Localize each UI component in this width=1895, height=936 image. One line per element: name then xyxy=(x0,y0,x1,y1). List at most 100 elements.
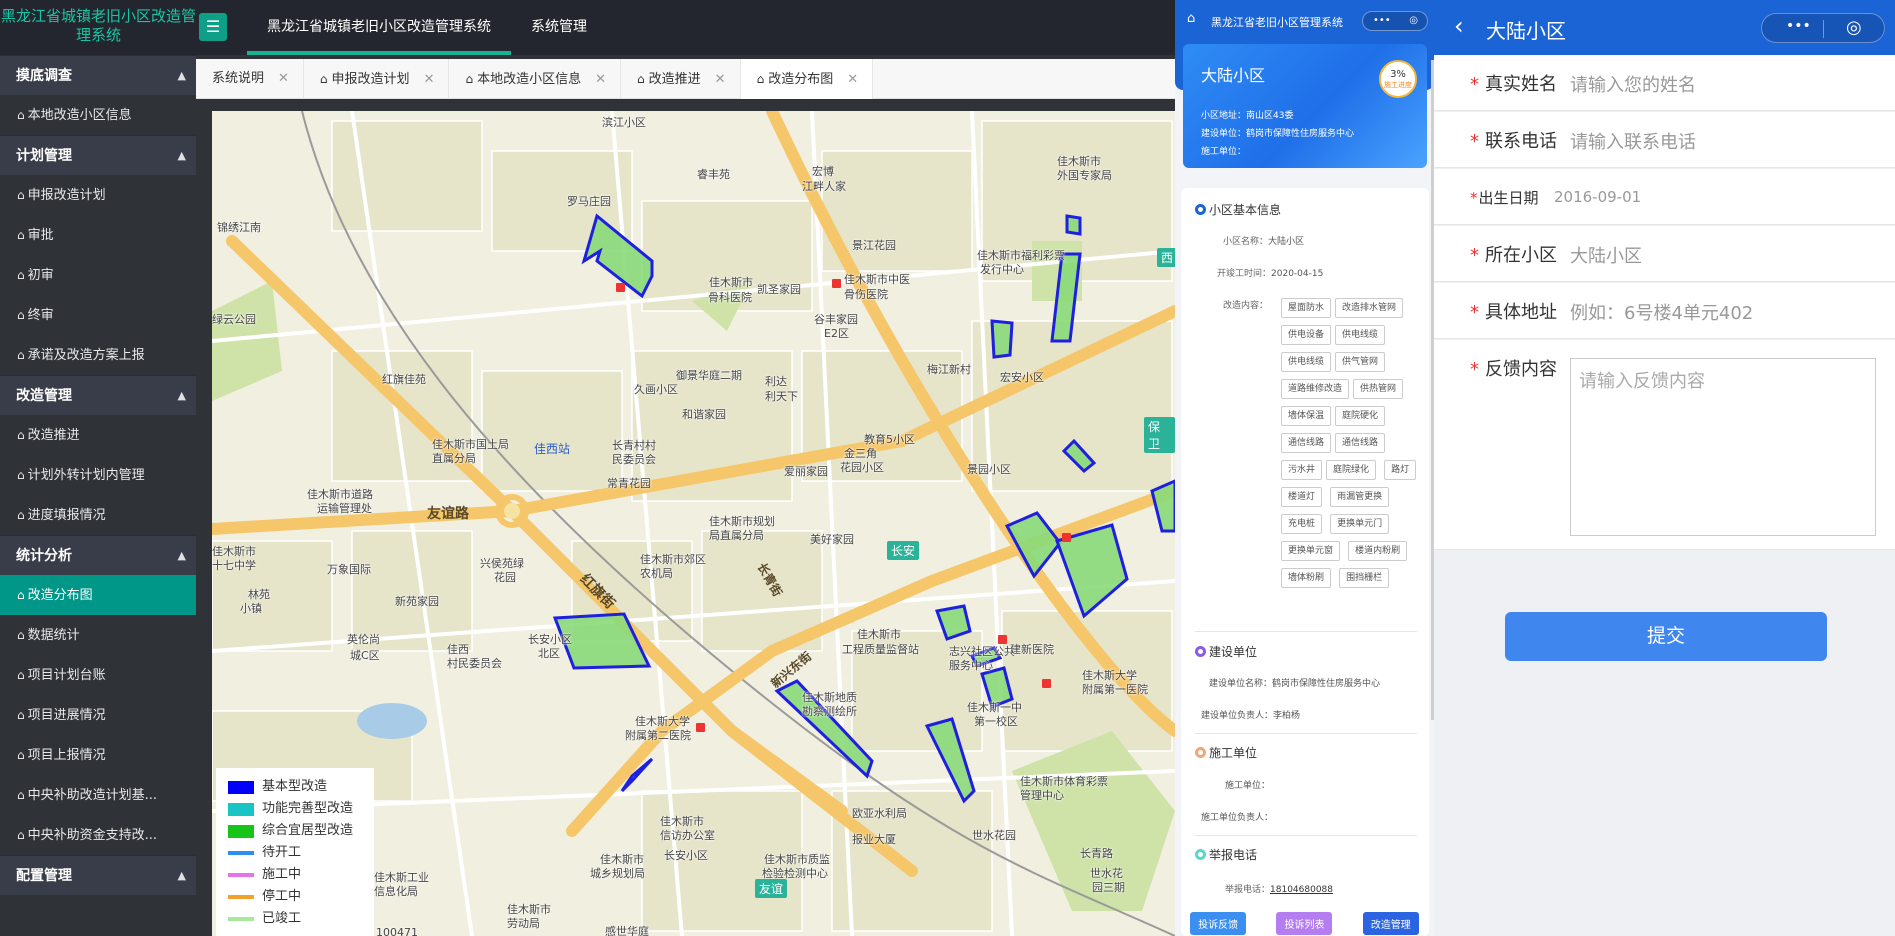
sidebar-item-advance[interactable]: ⌂ 改造推进 xyxy=(0,415,196,455)
complaint-list-button[interactable]: 投诉列表 xyxy=(1276,912,1333,935)
tab-advance[interactable]: ⌂ 改造推进 ✕ xyxy=(621,59,741,99)
complaint-feedback-button[interactable]: 投诉反馈 xyxy=(1190,912,1247,935)
reform-tag: 屋面防水 xyxy=(1281,298,1332,318)
more-icon[interactable]: ••• xyxy=(1373,12,1391,30)
target-icon[interactable]: ◎ xyxy=(1846,17,1862,38)
tab-system-intro[interactable]: 系统说明 ✕ xyxy=(196,59,304,99)
form-title: 大陆小区 xyxy=(1486,19,1566,43)
home-icon: ⌂ xyxy=(17,108,25,122)
sidebar-item-project-report[interactable]: ⌂ 项目上报情况 xyxy=(0,735,196,775)
map-label: 管理中心 xyxy=(1020,789,1064,802)
legend-line xyxy=(228,917,254,921)
required-mark: * xyxy=(1470,131,1479,152)
tab-distribution-map[interactable]: ⌂ 改造分布图 ✕ xyxy=(740,59,874,99)
close-icon[interactable]: ✕ xyxy=(715,72,726,87)
home-icon: ⌂ xyxy=(17,748,25,762)
mini-capsule[interactable]: ••• ◎ xyxy=(1761,13,1885,43)
field-birthdate[interactable]: *出生日期 2016-09-01 xyxy=(1434,169,1895,225)
community-address: 小区地址：南山区43委 xyxy=(1201,111,1294,121)
sidebar-group-reform[interactable]: 改造管理 ▲ xyxy=(0,375,196,415)
field-label: * 真实姓名 xyxy=(1470,70,1557,96)
sidebar-item-plan-ledger[interactable]: ⌂ 项目计划台账 xyxy=(0,655,196,695)
home-icon: ⌂ xyxy=(17,828,25,842)
top-nav-admin[interactable]: 系统管理 xyxy=(511,0,607,55)
sidebar-group-plan[interactable]: 计划管理 ▲ xyxy=(0,135,196,175)
reform-tag: 围挡栅栏 xyxy=(1339,568,1390,588)
sidebar-item-progress-fill[interactable]: ⌂ 进度填报情况 xyxy=(0,495,196,535)
home-icon[interactable]: ⌂ xyxy=(1187,11,1195,26)
close-icon[interactable]: ✕ xyxy=(424,72,435,87)
map-label: 久画小区 xyxy=(634,383,678,396)
sidebar-group-config[interactable]: 配置管理 ▲ xyxy=(0,855,196,895)
sidebar-item-first-review[interactable]: ⌂ 初审 xyxy=(0,255,196,295)
sidebar-item-local-info[interactable]: ⌂ 本地改造小区信息 xyxy=(0,95,196,135)
community-input[interactable]: 大陆小区 xyxy=(1570,242,1642,268)
tab-declare-plan[interactable]: ⌂ 申报改造计划 ✕ xyxy=(304,59,450,99)
map-label: 农机局 xyxy=(640,567,673,580)
field-address[interactable]: * 具体地址 例如：6号楼4单元402 xyxy=(1434,283,1895,339)
map-label: 十七中学 xyxy=(212,559,256,572)
feedback-textarea[interactable]: 请输入反馈内容 xyxy=(1570,358,1876,536)
birthdate-picker[interactable]: 2016-09-01 xyxy=(1554,188,1641,206)
reform-tag: 供电设备 xyxy=(1281,325,1332,345)
legend-swatch xyxy=(228,825,254,838)
target-icon[interactable]: ◎ xyxy=(1409,12,1418,30)
map-label: 爱丽家园 xyxy=(784,465,828,478)
required-mark: * xyxy=(1470,359,1479,380)
reform-tag: 路灯 xyxy=(1384,460,1417,480)
home-icon: ⌂ xyxy=(17,628,25,642)
map-label: 宏安小区 xyxy=(1000,371,1044,384)
field-phone[interactable]: * 联系电话 请输入联系电话 xyxy=(1434,112,1895,168)
sidebar-item-commitment[interactable]: ⌂ 承诺及改造方案上报 xyxy=(0,335,196,375)
name-input[interactable]: 请输入您的姓名 xyxy=(1570,71,1696,97)
legend-label: 施工中 xyxy=(262,867,302,882)
sidebar-item-project-progress[interactable]: ⌂ 项目进展情况 xyxy=(0,695,196,735)
legend-label: 基本型改造 xyxy=(262,779,328,794)
map-label: 睿丰苑 xyxy=(697,168,730,181)
sidebar-item-declare-plan[interactable]: ⌂ 申报改造计划 xyxy=(0,175,196,215)
map-label: 美好家园 xyxy=(810,533,854,546)
legend-label: 综合宜居型改造 xyxy=(262,823,354,838)
more-icon[interactable]: ••• xyxy=(1786,18,1811,34)
field-name[interactable]: * 真实姓名 请输入您的姓名 xyxy=(1434,55,1895,111)
close-icon[interactable]: ✕ xyxy=(847,72,858,87)
caret-up-icon: ▲ xyxy=(177,69,186,82)
section-marker-icon xyxy=(1195,747,1206,758)
report-phone-link[interactable]: 18104680088 xyxy=(1270,885,1333,895)
reform-tag: 供电线缆 xyxy=(1281,352,1332,372)
sidebar-item-data-stats[interactable]: ⌂ 数据统计 xyxy=(0,615,196,655)
sidebar-item-label: 改造分布图 xyxy=(27,588,93,603)
sidebar-item-central-plan[interactable]: ⌂ 中央补助改造计划基... xyxy=(0,775,196,815)
community-name: 大陆小区 xyxy=(1201,66,1266,85)
sidebar-group-stats[interactable]: 统计分析 ▲ xyxy=(0,535,196,575)
section-title: 举报电话 xyxy=(1209,848,1258,862)
mini-capsule[interactable]: ••• ◎ xyxy=(1362,11,1428,31)
submit-button[interactable]: 提交 xyxy=(1505,612,1827,661)
sidebar-item-central-fund[interactable]: ⌂ 中央补助资金支持改... xyxy=(0,815,196,855)
sidebar-item-approve[interactable]: ⌂ 审批 xyxy=(0,215,196,255)
phone-input[interactable]: 请输入联系电话 xyxy=(1570,128,1696,154)
field-label-text: 具体地址 xyxy=(1485,302,1557,323)
reform-manage-button[interactable]: 改造管理 xyxy=(1362,912,1419,935)
top-nav-system[interactable]: 黑龙江省城镇老旧小区改造管理系统 xyxy=(247,0,511,55)
home-icon: ⌂ xyxy=(17,348,25,362)
field-label: * 所在小区 xyxy=(1470,241,1557,267)
sidebar-item-distribution-map[interactable]: ⌂ 改造分布图 xyxy=(0,575,196,615)
back-arrow-icon[interactable]: ‹ xyxy=(1454,12,1464,40)
menu-toggle-icon[interactable]: ☰ xyxy=(199,13,227,41)
tab-local-info[interactable]: ⌂ 本地改造小区信息 ✕ xyxy=(449,59,622,99)
required-mark: * xyxy=(1470,302,1479,323)
sidebar-item-label: 初审 xyxy=(27,268,54,283)
map-label: 利天下 xyxy=(765,390,798,403)
map-label: 北区 xyxy=(538,647,560,660)
close-icon[interactable]: ✕ xyxy=(595,72,606,87)
sidebar-item-plan-transfer[interactable]: ⌂ 计划外转计划内管理 xyxy=(0,455,196,495)
sidebar: 摸底调查 ▲ ⌂ 本地改造小区信息 计划管理 ▲ ⌂ 申报改造计划 ⌂ 审批 ⌂ 初审 ⌂ 终… xyxy=(0,55,196,936)
sidebar-item-final-review[interactable]: ⌂ 终审 xyxy=(0,295,196,335)
map-label: 锦绣江南 xyxy=(217,221,261,234)
field-community[interactable]: * 所在小区 大陆小区 xyxy=(1434,226,1895,282)
sidebar-group-survey[interactable]: 摸底调查 ▲ xyxy=(0,55,196,95)
address-input[interactable]: 例如：6号楼4单元402 xyxy=(1570,299,1753,325)
close-icon[interactable]: ✕ xyxy=(278,71,289,86)
legend-item: 综合宜居型改造 xyxy=(228,820,362,842)
